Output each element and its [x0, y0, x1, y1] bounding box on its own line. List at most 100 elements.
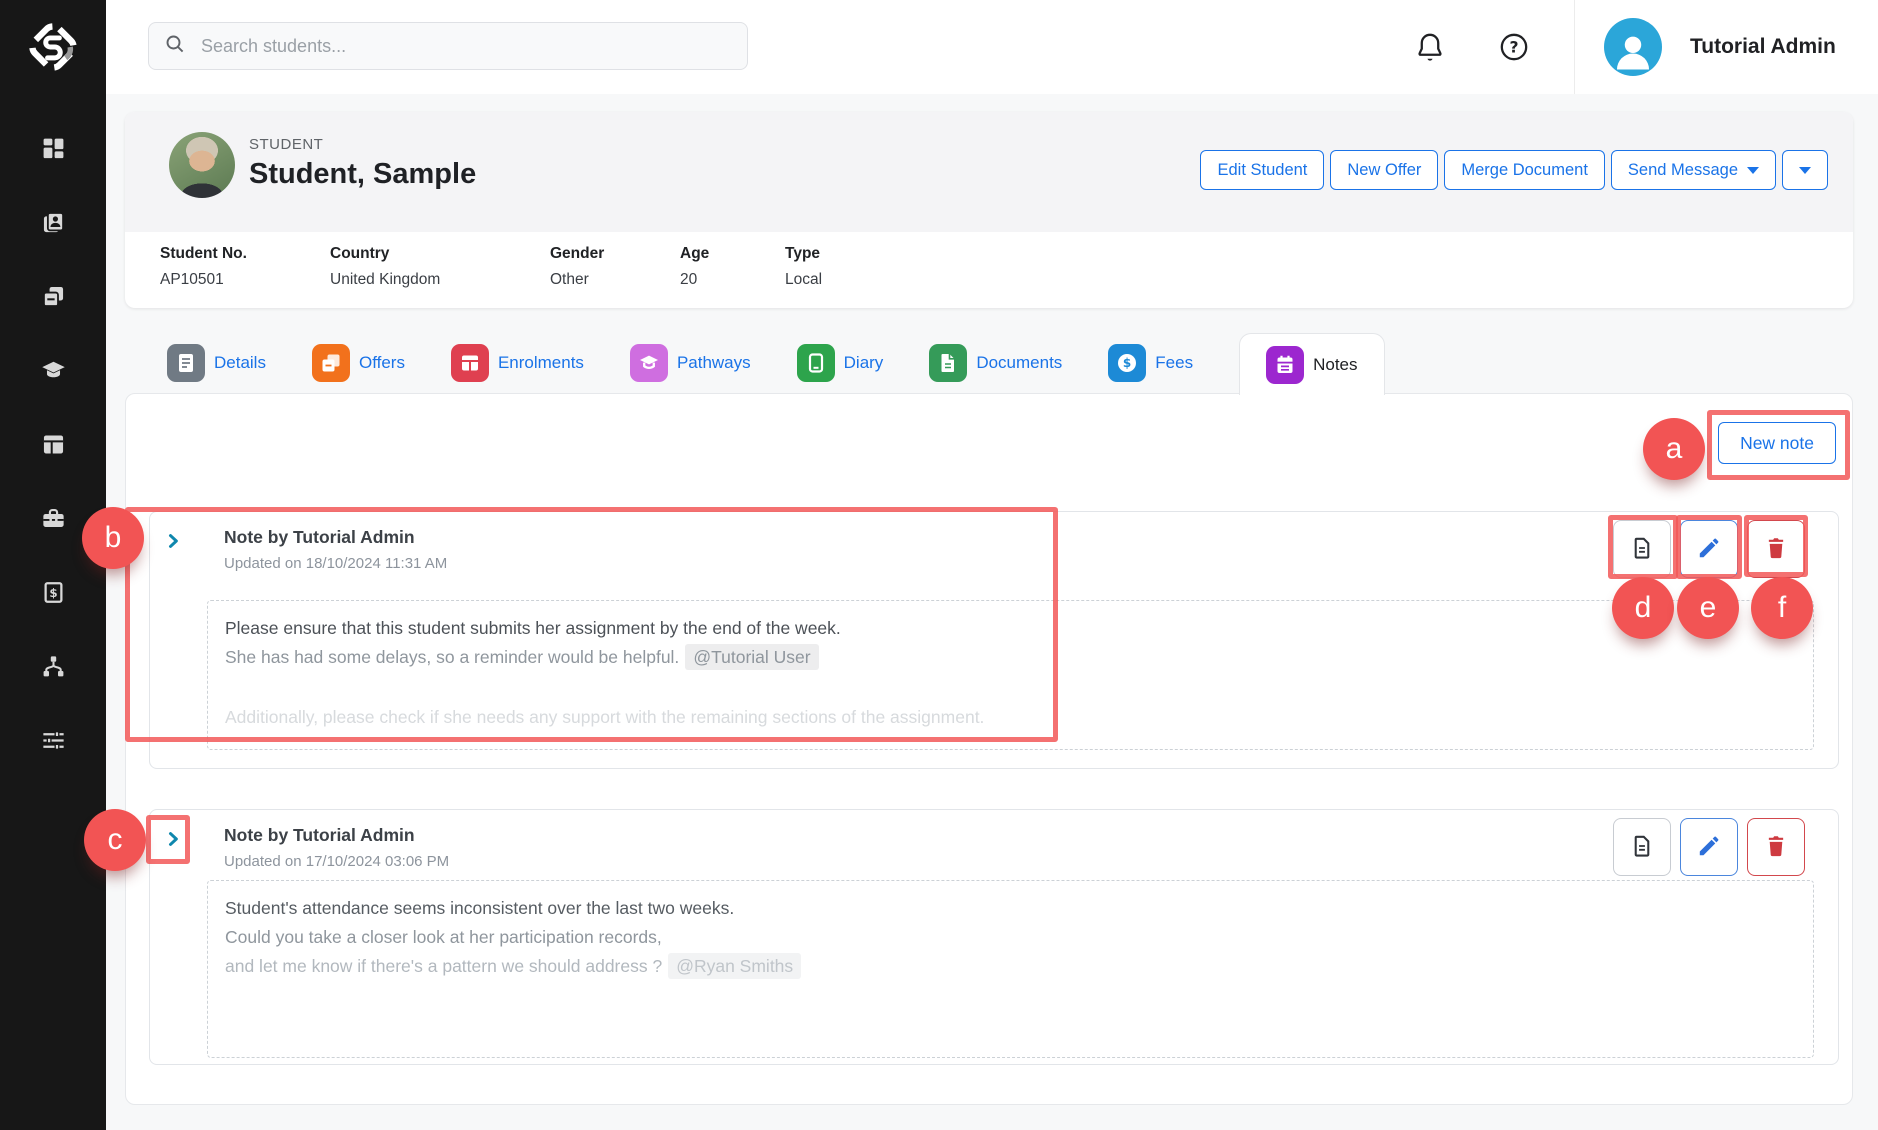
sidebar-item-classes[interactable] — [0, 410, 106, 484]
tab-pathways[interactable]: Pathways — [630, 333, 751, 393]
tab-enrolments[interactable]: Enrolments — [451, 333, 584, 393]
note-body: Please ensure that this student submits … — [207, 600, 1814, 750]
edit-note-button[interactable] — [1680, 520, 1738, 578]
note-body-line: Please ensure that this student submits … — [225, 614, 1796, 643]
student-tabs: Details Offers Enrolments Pathways — [125, 333, 1853, 393]
send-message-button[interactable]: Send Message — [1611, 150, 1776, 190]
sidebar-item-dashboard[interactable] — [0, 114, 106, 188]
pencil-icon — [1696, 535, 1722, 564]
pencil-icon — [1696, 833, 1722, 862]
note-body-line: Could you take a closer look at her part… — [225, 923, 1796, 952]
notes-panel: New note Note by Tutorial Admin Updated … — [125, 393, 1853, 1105]
document-icon — [1629, 833, 1655, 862]
note-title: Note by Tutorial Admin — [224, 825, 415, 846]
student-actions: Edit Student New Offer Merge Document Se… — [1200, 150, 1828, 190]
note-actions — [1613, 818, 1805, 876]
offers-tab-icon — [312, 344, 350, 382]
notes-tab-icon — [1266, 346, 1304, 384]
student-info-row: Student No. AP10501 Country United Kingd… — [125, 232, 1853, 308]
students-icon — [40, 209, 67, 241]
note-actions — [1613, 520, 1805, 578]
note-body: Student's attendance seems inconsistent … — [207, 880, 1814, 1058]
new-offer-button[interactable]: New Offer — [1330, 150, 1438, 190]
tab-details[interactable]: Details — [167, 333, 266, 393]
search-icon — [163, 32, 187, 61]
view-note-button[interactable] — [1613, 818, 1671, 876]
main-content: STUDENT Student, Sample Edit Student New… — [106, 94, 1878, 1130]
delete-note-button[interactable] — [1747, 818, 1805, 876]
view-note-button[interactable] — [1613, 520, 1671, 578]
more-actions-dropdown-button[interactable] — [1782, 150, 1828, 190]
svg-text:$: $ — [1123, 356, 1131, 370]
topbar: ? Tutorial Admin — [106, 0, 1878, 94]
notifications-bell-icon[interactable] — [1413, 30, 1447, 64]
sidebar-item-settings[interactable] — [0, 706, 106, 780]
tab-fees[interactable]: $ Fees — [1108, 333, 1193, 393]
expand-chevron-icon[interactable] — [163, 829, 183, 849]
sidebar-item-agents[interactable] — [0, 632, 106, 706]
student-name: Student, Sample — [249, 158, 476, 191]
user-name: Tutorial Admin — [1690, 0, 1836, 94]
note-item-2: Note by Tutorial Admin Updated on 17/10/… — [149, 809, 1839, 1065]
tab-offers[interactable]: Offers — [312, 333, 405, 393]
chevron-down-icon — [1799, 167, 1811, 174]
sidebar-item-courses[interactable] — [0, 336, 106, 410]
diary-tab-icon — [797, 344, 835, 382]
merge-document-button[interactable]: Merge Document — [1444, 150, 1605, 190]
note-body-line: She has had some delays, so a reminder w… — [225, 643, 1796, 672]
field-student-no: Student No. AP10501 — [160, 245, 330, 308]
briefcase-icon — [40, 505, 67, 537]
expand-chevron-icon[interactable] — [163, 531, 183, 551]
tab-documents[interactable]: Documents — [929, 333, 1062, 393]
enrolments-tab-icon — [451, 344, 489, 382]
note-body-line-faded: Additionally, please check if she needs … — [225, 703, 1796, 732]
note-title: Note by Tutorial Admin — [224, 527, 415, 548]
note-body-line: and let me know if there's a pattern we … — [225, 952, 1796, 981]
field-type: Type Local — [785, 245, 822, 308]
new-note-button[interactable]: New note — [1718, 422, 1836, 464]
sidebar-item-offers[interactable] — [0, 262, 106, 336]
fees-tab-icon: $ — [1108, 344, 1146, 382]
search-input[interactable] — [199, 35, 733, 58]
layout-icon — [40, 431, 67, 463]
edit-note-button[interactable] — [1680, 818, 1738, 876]
field-age: Age 20 — [680, 245, 785, 308]
app-logo-icon[interactable] — [0, 0, 106, 94]
sidebar-item-workplace[interactable] — [0, 484, 106, 558]
student-photo — [169, 132, 235, 198]
mention-chip: @Tutorial User — [685, 644, 818, 670]
tab-diary[interactable]: Diary — [797, 333, 884, 393]
topbar-divider — [1574, 0, 1575, 94]
offers-icon — [40, 283, 67, 315]
student-header-top: STUDENT Student, Sample Edit Student New… — [125, 112, 1853, 232]
mention-chip: @Ryan Smiths — [668, 953, 801, 979]
dashboard-icon — [40, 135, 67, 167]
field-country: Country United Kingdom — [330, 245, 550, 308]
user-avatar[interactable] — [1604, 18, 1662, 76]
sidebar-item-finance[interactable]: $ — [0, 558, 106, 632]
dollar-box-icon: $ — [40, 579, 67, 611]
network-icon — [40, 653, 67, 685]
tab-notes[interactable]: Notes — [1239, 333, 1384, 395]
field-gender: Gender Other — [550, 245, 680, 308]
app-root: $ — [0, 0, 1878, 1130]
pathways-tab-icon — [630, 344, 668, 382]
student-eyebrow: STUDENT — [249, 136, 323, 153]
chevron-down-icon — [1747, 167, 1759, 174]
sidebar-nav: $ — [0, 94, 106, 780]
search-box — [148, 22, 748, 70]
note-body-line: Student's attendance seems inconsistent … — [225, 894, 1796, 923]
graduation-cap-icon — [40, 357, 67, 389]
note-updated: Updated on 17/10/2024 03:06 PM — [224, 853, 449, 870]
student-header-card: STUDENT Student, Sample Edit Student New… — [125, 112, 1853, 308]
delete-note-button[interactable] — [1747, 520, 1805, 578]
trash-icon — [1763, 535, 1789, 564]
note-updated: Updated on 18/10/2024 11:31 AM — [224, 555, 447, 572]
document-icon — [1629, 535, 1655, 564]
sidebar-item-students[interactable] — [0, 188, 106, 262]
note-item-1: Note by Tutorial Admin Updated on 18/10/… — [149, 511, 1839, 769]
edit-student-button[interactable]: Edit Student — [1200, 150, 1324, 190]
details-tab-icon — [167, 344, 205, 382]
trash-icon — [1763, 833, 1789, 862]
help-icon[interactable]: ? — [1497, 30, 1531, 64]
